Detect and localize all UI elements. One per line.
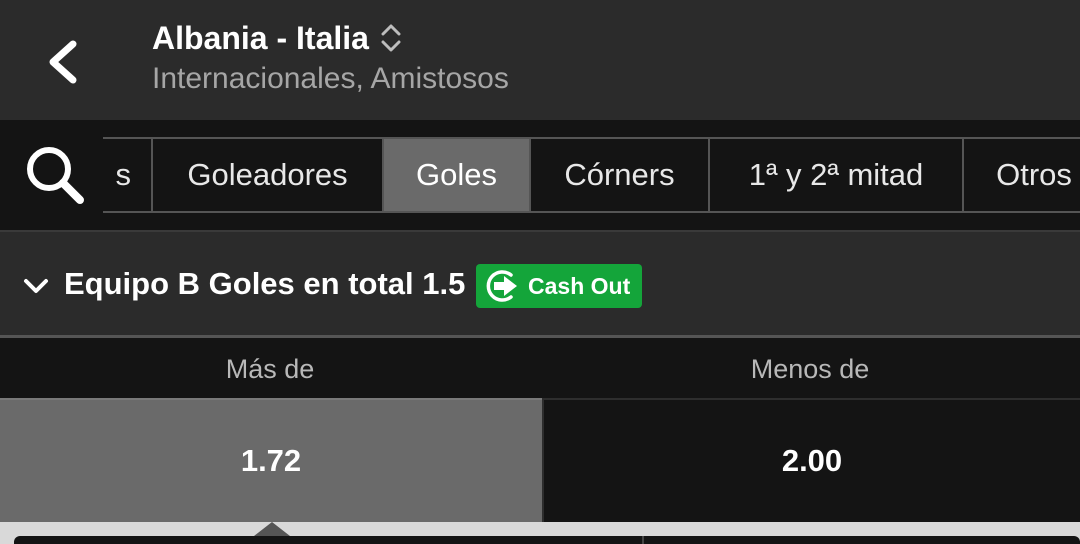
odds-button-over[interactable]: 1.72 xyxy=(0,398,542,522)
tab-goles[interactable]: Goles xyxy=(384,139,531,211)
cash-out-label: Cash Out xyxy=(528,272,631,299)
search-button[interactable] xyxy=(22,142,88,208)
market-tabs[interactable]: s Goleadores Goles Córners 1ª y 2ª mitad… xyxy=(103,137,1080,213)
bet-slip-strip xyxy=(0,522,1080,544)
event-header: Albania - Italia Internacionales, Amisto… xyxy=(0,0,1080,120)
bet-slip-divider xyxy=(642,536,644,544)
market-header[interactable]: Equipo B Goles en total 1.5 Cash Out xyxy=(0,232,1080,338)
tab-1a-y-2a-mitad[interactable]: 1ª y 2ª mitad xyxy=(710,139,964,211)
tab-corners[interactable]: Córners xyxy=(531,139,710,211)
tab-goleadores[interactable]: Goleadores xyxy=(153,139,384,211)
odds-row: 1.72 2.00 xyxy=(0,398,1080,522)
search-icon xyxy=(27,147,84,204)
bet-slip-panel-edge[interactable] xyxy=(14,536,1080,544)
cash-out-icon xyxy=(486,270,517,302)
market-title: Equipo B Goles en total 1.5 xyxy=(64,266,466,301)
cash-out-badge: Cash Out xyxy=(476,264,643,308)
sort-chevrons-icon xyxy=(381,24,401,52)
market-tab-bar: s Goleadores Goles Córners 1ª y 2ª mitad… xyxy=(0,120,1080,232)
chevron-down-icon[interactable] xyxy=(22,272,50,300)
over-column-header: Más de xyxy=(225,353,315,384)
event-switcher-button[interactable] xyxy=(379,21,403,55)
selection-pointer xyxy=(254,522,290,536)
tab-otros[interactable]: Otros xyxy=(964,139,1080,211)
event-title: Albania - Italia xyxy=(152,20,369,56)
odds-button-under[interactable]: 2.00 xyxy=(542,398,1080,522)
tab-partial[interactable]: s xyxy=(103,139,153,211)
back-arrow-icon xyxy=(49,40,77,84)
under-column-header: Menos de xyxy=(750,353,870,384)
selection-column-headers: Más de Menos de xyxy=(0,340,1080,398)
event-subtitle: Internacionales, Amistosos xyxy=(152,62,509,95)
event-title-row: Albania - Italia xyxy=(152,18,403,58)
back-button[interactable] xyxy=(20,22,104,102)
